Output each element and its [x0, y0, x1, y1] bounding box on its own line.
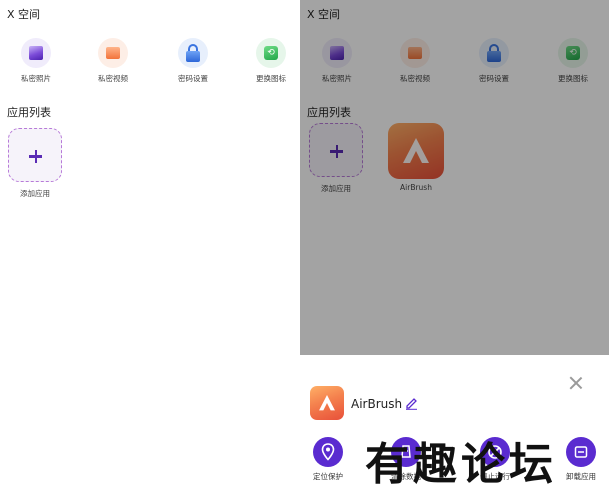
- page-title: X 空间: [7, 8, 41, 21]
- add-app-button[interactable]: [8, 128, 62, 182]
- video-icon: [98, 38, 128, 68]
- sheet-app-icon: [310, 386, 344, 420]
- action-uninstall[interactable]: 卸载应用: [556, 437, 606, 482]
- lock-icon: [178, 38, 208, 68]
- left-screen: X 空间 私密照片 私密视频 密码设置 ⟲ 更换图标 应用列表 添加应用: [0, 0, 300, 491]
- action-label: 卸载应用: [566, 472, 596, 481]
- action-label: 定位保护: [313, 472, 343, 481]
- feature-private-videos[interactable]: 私密视频: [82, 38, 144, 84]
- uninstall-icon: [566, 437, 596, 467]
- forum-watermark: 有趣论坛: [365, 439, 557, 490]
- feature-label: 密码设置: [178, 74, 208, 83]
- location-icon: [313, 437, 343, 467]
- feature-password-settings[interactable]: 密码设置: [162, 38, 224, 84]
- feature-label: 私密视频: [98, 74, 128, 83]
- edit-icon[interactable]: [404, 396, 418, 410]
- feature-label: 私密照片: [21, 74, 51, 83]
- dim-overlay[interactable]: [300, 0, 609, 355]
- swap-icon: ⟲: [256, 38, 286, 68]
- photo-icon: [21, 38, 51, 68]
- add-app-label: 添加应用: [20, 189, 50, 198]
- feature-label: 更换图标: [256, 74, 286, 83]
- sheet-app-name: AirBrush: [351, 397, 403, 411]
- section-title: 应用列表: [7, 106, 51, 119]
- right-screen: X 空间 私密照片 私密视频 密码设置 ⟲ 更换图标 应用列表 添加应用 Air…: [300, 0, 609, 491]
- feature-private-photos[interactable]: 私密照片: [5, 38, 67, 84]
- airbrush-logo-icon: [319, 395, 335, 411]
- close-icon[interactable]: [569, 376, 583, 390]
- action-location-protect[interactable]: 定位保护: [303, 437, 353, 482]
- feature-change-icon[interactable]: ⟲ 更换图标: [240, 38, 300, 84]
